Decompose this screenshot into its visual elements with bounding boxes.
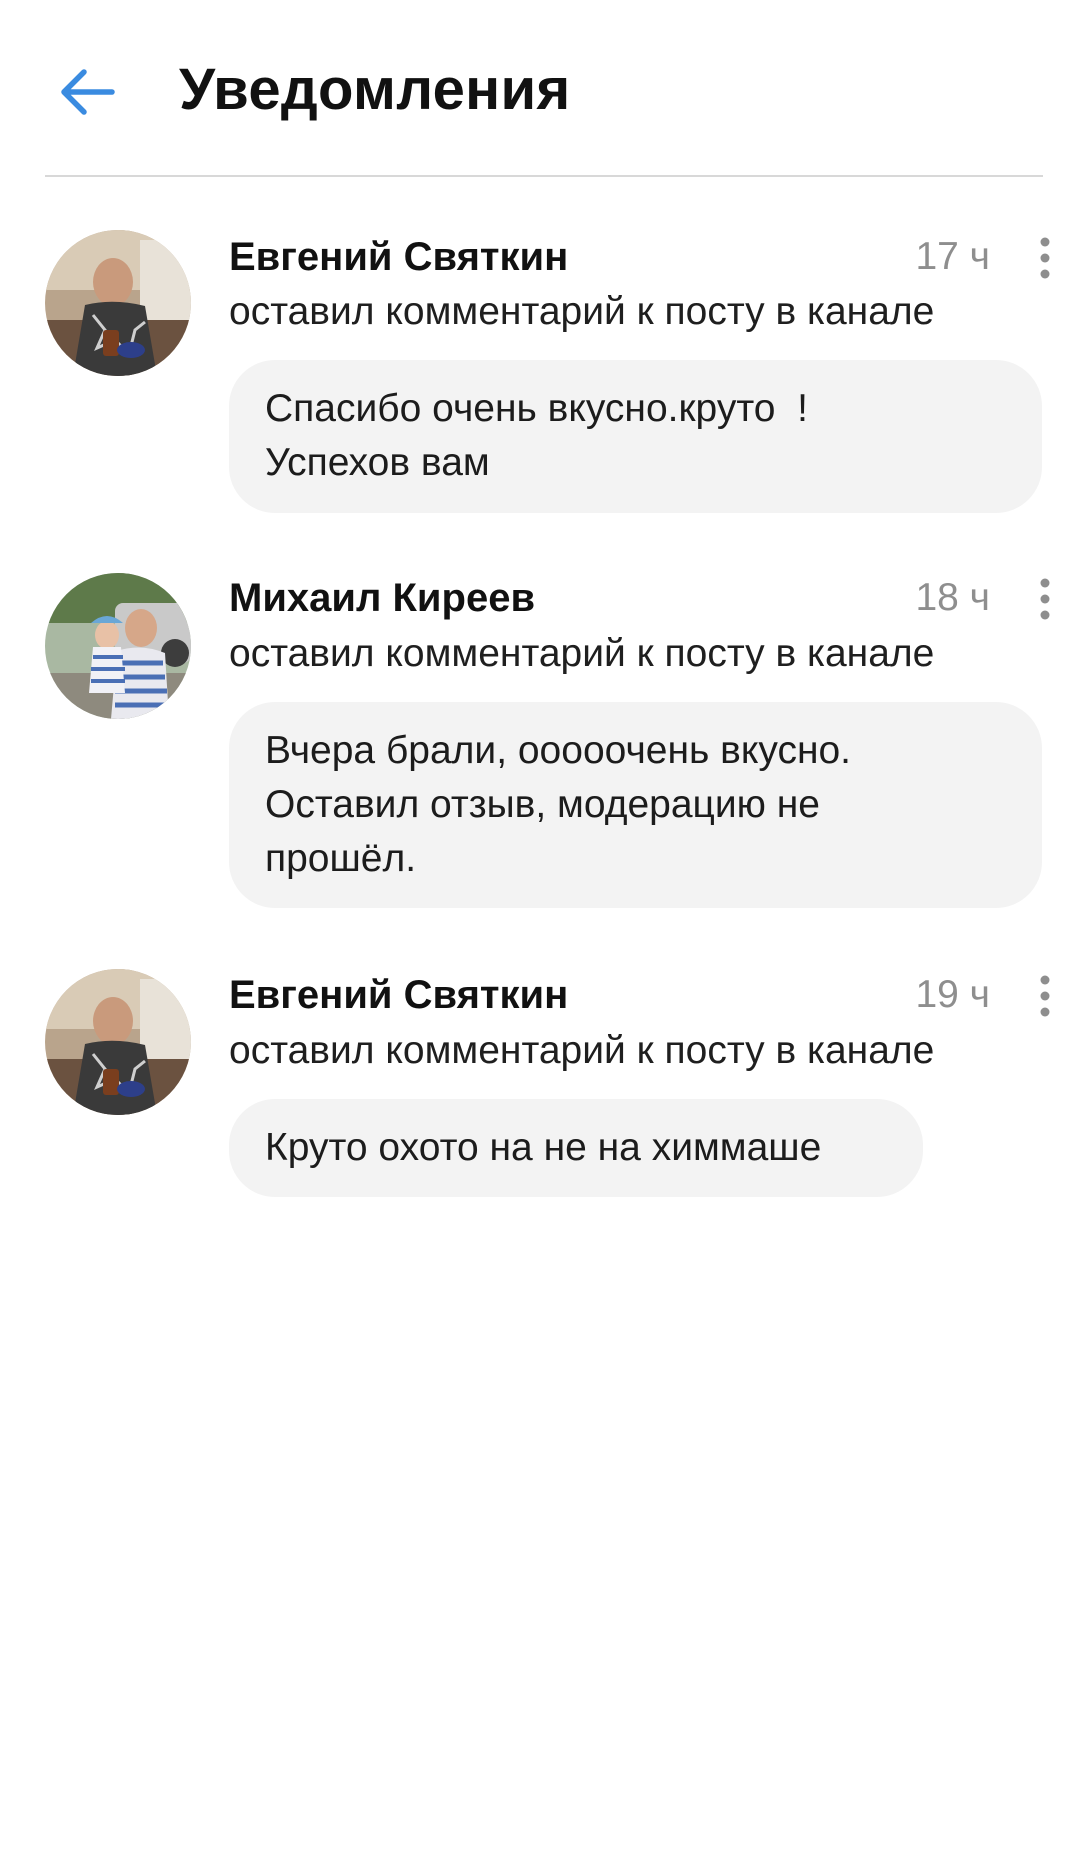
comment-bubble[interactable]: Вчера брали, ооооочень вкусно. Оставил о… <box>229 702 1042 908</box>
avatar[interactable] <box>45 230 191 376</box>
comment-bubble[interactable]: Спасибо очень вкусно.круто ! Успехов вам <box>229 360 1042 513</box>
app-header: Уведомления <box>0 0 1080 177</box>
more-options-button[interactable] <box>1020 968 1070 1024</box>
timestamp: 19 ч <box>915 973 990 1016</box>
comment-text: Круто охото на не на химмаше <box>265 1126 822 1169</box>
timestamp: 17 ч <box>915 235 990 278</box>
avatar[interactable] <box>45 573 191 719</box>
avatar[interactable] <box>45 969 191 1115</box>
more-vertical-icon <box>1040 578 1050 620</box>
comment-text: Спасибо очень вкусно.круто ! Успехов вам <box>265 387 808 484</box>
action-text: оставил комментарий к посту в канале <box>229 632 935 675</box>
author-name[interactable]: Евгений Святкин <box>229 971 568 1019</box>
comment-text: Вчера брали, ооооочень вкусно. Оставил о… <box>265 729 852 880</box>
back-button[interactable] <box>46 56 126 128</box>
action-text: оставил комментарий к посту в канале <box>229 1029 935 1072</box>
more-vertical-icon <box>1040 237 1050 279</box>
timestamp: 18 ч <box>915 576 990 619</box>
comment-bubble[interactable]: Круто охото на не на химмаше <box>229 1099 923 1197</box>
arrow-left-icon <box>61 69 115 115</box>
more-options-button[interactable] <box>1020 571 1070 627</box>
action-text: оставил комментарий к посту в канале <box>229 290 935 333</box>
more-options-button[interactable] <box>1020 230 1070 286</box>
author-name[interactable]: Евгений Святкин <box>229 233 568 281</box>
header-divider <box>45 175 1043 177</box>
author-name[interactable]: Михаил Киреев <box>229 574 535 622</box>
page-title: Уведомления <box>179 57 571 122</box>
more-vertical-icon <box>1040 975 1050 1017</box>
